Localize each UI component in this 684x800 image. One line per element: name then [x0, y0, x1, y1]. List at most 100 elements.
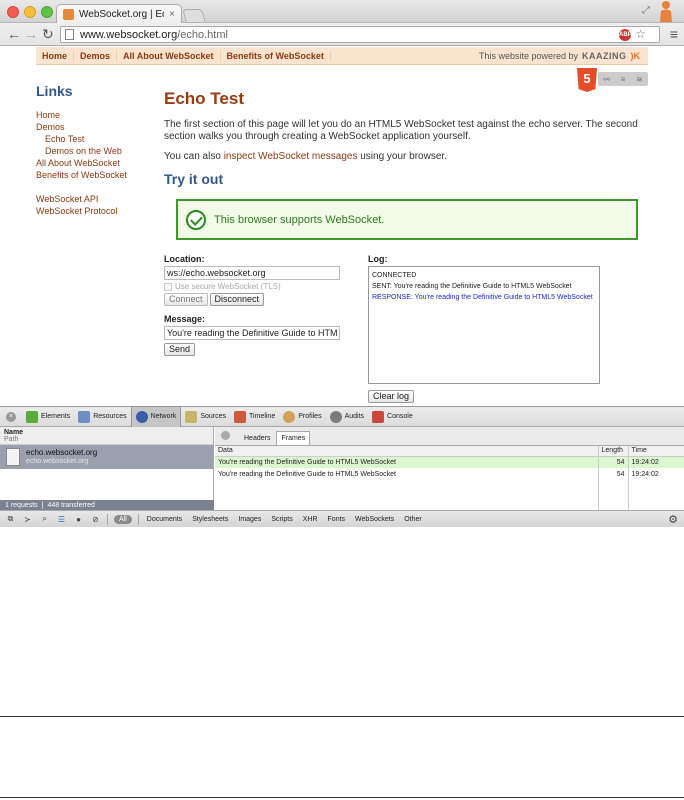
nav-all-about[interactable]: All About WebSocket: [117, 50, 221, 61]
log-line: RESPONSE: You're reading the Definitive …: [372, 294, 593, 301]
adblock-icon[interactable]: ABP: [619, 29, 632, 41]
send-button[interactable]: Send: [164, 343, 196, 356]
record-icon[interactable]: ●: [73, 515, 84, 524]
profiles-icon: [283, 410, 296, 423]
dock-icon[interactable]: ⧉: [5, 514, 16, 524]
forward-icon[interactable]: →: [24, 26, 38, 42]
tab-audits[interactable]: Audits: [326, 407, 368, 427]
list-view-icon[interactable]: ☰: [56, 515, 67, 524]
tab-profiles[interactable]: Profiles: [279, 407, 325, 427]
page-icon: [65, 29, 74, 40]
try-it-heading: Try it out: [164, 171, 224, 187]
tab-close-icon[interactable]: ×: [169, 9, 175, 20]
filter-fonts[interactable]: Fonts: [326, 516, 348, 523]
sidebar-link-all-about[interactable]: All About WebSocket: [36, 157, 156, 169]
intro-text: The first section of this page will let …: [164, 119, 638, 142]
clear-icon[interactable]: ⊘: [90, 515, 101, 524]
tab-elements[interactable]: Elements: [22, 407, 74, 427]
settings-gear-icon[interactable]: ⚙: [668, 513, 678, 526]
back-icon[interactable]: ←: [7, 26, 21, 42]
filter-scripts[interactable]: Scripts: [269, 516, 294, 523]
browser-toolbar: ← → ↻ www.websocket.org/echo.html ABP ☆ …: [0, 23, 684, 46]
log-label: Log:: [368, 254, 388, 264]
location-input[interactable]: [164, 266, 340, 280]
sidebar-link-websocket-protocol[interactable]: WebSocket Protocol: [36, 205, 156, 217]
kaazing-logo[interactable]: KAAZING: [582, 51, 627, 61]
disconnect-button[interactable]: Disconnect: [209, 293, 265, 306]
tab-timeline[interactable]: Timeline: [230, 407, 279, 427]
tab-sources[interactable]: Sources: [181, 407, 230, 427]
connectivity-icon: ⚯: [603, 74, 611, 84]
sidebar-heading: Links: [36, 83, 73, 99]
zoom-window-button[interactable]: [41, 6, 53, 18]
sidebar-link-echo-test[interactable]: Echo Test: [36, 133, 156, 145]
tls-checkbox[interactable]: [164, 282, 172, 291]
nav-demos[interactable]: Demos: [74, 50, 118, 61]
tls-option[interactable]: Use secure WebSocket (TLS): [164, 282, 342, 291]
close-window-button[interactable]: [7, 6, 19, 18]
detail-close-icon[interactable]: [221, 431, 230, 440]
filter-xhr[interactable]: XHR: [301, 516, 320, 523]
filter-websockets[interactable]: WebSockets: [353, 516, 396, 523]
url-text: www.websocket.org/echo.html: [80, 28, 228, 41]
timeline-icon: [234, 410, 247, 423]
frame-row[interactable]: You're reading the Definitive Guide to H…: [215, 468, 684, 480]
profile-avatar-icon[interactable]: [658, 0, 674, 22]
filter-documents[interactable]: Documents: [145, 516, 184, 523]
audits-icon: [329, 410, 342, 423]
fullscreen-icon[interactable]: ⤢: [642, 5, 650, 16]
connect-button[interactable]: Connect: [164, 293, 208, 306]
window-titlebar: WebSocket.org | Echo Test × ⤢: [0, 0, 684, 23]
browser-tab[interactable]: WebSocket.org | Echo Test ×: [56, 4, 182, 23]
nav-home[interactable]: Home: [36, 50, 75, 61]
favicon-icon: [63, 8, 74, 20]
inspect-text: You can also inspect WebSocket messages …: [164, 151, 447, 162]
star-icon[interactable]: ☆: [635, 27, 646, 41]
search-icon[interactable]: ⌕: [39, 514, 50, 524]
storage-icon: ≡: [620, 74, 626, 84]
sidebar-link-demos[interactable]: Demos: [36, 121, 156, 133]
filter-stylesheets[interactable]: Stylesheets: [190, 516, 230, 523]
log-output[interactable]: CONNECTED SENT: You're reading the Defin…: [368, 266, 600, 384]
checkmark-icon: [186, 209, 206, 230]
support-banner: This browser supports WebSocket.: [176, 199, 638, 240]
filter-other[interactable]: Other: [402, 516, 424, 523]
request-list-header[interactable]: Name Path: [0, 427, 213, 445]
message-input[interactable]: [164, 326, 340, 340]
support-message: This browser supports WebSocket.: [214, 213, 385, 226]
clear-log-button[interactable]: Clear log: [368, 390, 415, 403]
console-drawer-icon[interactable]: ≻: [22, 515, 33, 524]
tab-headers[interactable]: Headers: [240, 432, 274, 445]
new-tab-button[interactable]: [182, 9, 206, 22]
address-bar[interactable]: www.websocket.org/echo.html ABP ☆: [60, 26, 660, 43]
menu-icon[interactable]: ≡: [670, 26, 678, 42]
sidebar-link-benefits[interactable]: Benefits of WebSocket: [36, 169, 156, 181]
sidebar-link-demos-web[interactable]: Demos on the Web: [36, 145, 156, 157]
sidebar-link-websocket-api[interactable]: WebSocket API: [36, 193, 156, 205]
tab-console[interactable]: Console: [368, 407, 417, 427]
sidebar-link-home[interactable]: Home: [36, 109, 156, 121]
web-page: Home Demos All About WebSocket Benefits …: [0, 47, 684, 405]
frame-row[interactable]: You're reading the Definitive Guide to H…: [215, 456, 684, 468]
request-detail: Headers Frames Data Length Time You're r…: [215, 427, 684, 511]
sources-icon: [185, 410, 198, 423]
sidebar: Links Home Demos Echo Test Demos on the …: [36, 83, 156, 217]
devtools-close-icon[interactable]: ×: [6, 411, 16, 422]
tab-frames[interactable]: Frames: [276, 431, 311, 445]
column-data[interactable]: Data: [215, 446, 599, 457]
reload-icon[interactable]: ↻: [42, 26, 54, 42]
tab-network[interactable]: Network: [130, 406, 182, 427]
column-time[interactable]: Time: [628, 446, 684, 457]
elements-icon: [26, 410, 38, 423]
divider: [0, 716, 684, 717]
log-panel: Log: CONNECTED SENT: You're reading the …: [368, 254, 600, 403]
tab-resources[interactable]: Resources: [74, 407, 130, 427]
inspect-messages-link[interactable]: inspect WebSocket messages: [224, 151, 358, 162]
column-length[interactable]: Length: [598, 446, 629, 457]
request-row[interactable]: echo.websocket.org echo.websocket.org: [0, 445, 213, 469]
filter-images[interactable]: Images: [236, 516, 263, 523]
nav-benefits[interactable]: Benefits of WebSocket: [221, 50, 331, 61]
filter-all[interactable]: All: [114, 514, 132, 524]
kaazing-mark-icon: )K: [630, 51, 641, 61]
minimize-window-button[interactable]: [24, 6, 36, 18]
